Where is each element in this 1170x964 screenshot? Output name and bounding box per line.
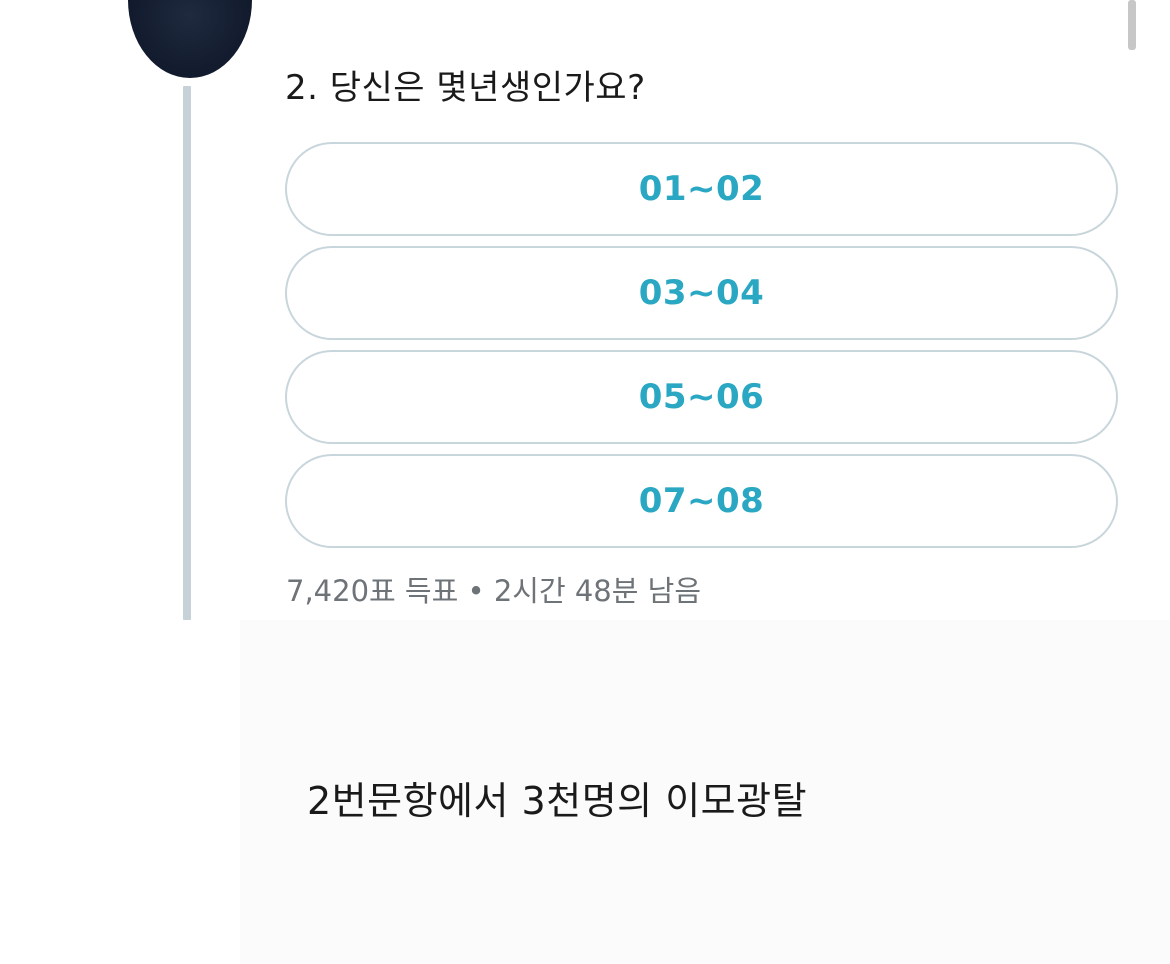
avatar[interactable] bbox=[128, 0, 252, 78]
poll-option-4[interactable]: 07~08 bbox=[285, 454, 1118, 548]
caption-text: 2번문항에서 3천명의 이모광탈 bbox=[307, 779, 808, 823]
poll-option-label: 07~08 bbox=[638, 481, 765, 521]
screenshot-page: 2. 당신은 몇년생인가요? 01~02 03~04 05~06 07~08 7… bbox=[0, 0, 1170, 964]
poll-option-2[interactable]: 03~04 bbox=[285, 246, 1118, 340]
thread-line bbox=[183, 86, 191, 620]
scrollbar[interactable] bbox=[1128, 0, 1136, 50]
poll-option-3[interactable]: 05~06 bbox=[285, 350, 1118, 444]
poll-option-label: 05~06 bbox=[638, 377, 765, 417]
poll-option-1[interactable]: 01~02 bbox=[285, 142, 1118, 236]
poll-option-label: 01~02 bbox=[638, 169, 765, 209]
poll-options: 01~02 03~04 05~06 07~08 bbox=[285, 142, 1118, 558]
poll-question: 2. 당신은 몇년생인가요? bbox=[285, 68, 646, 108]
poll-option-label: 03~04 bbox=[638, 273, 765, 313]
poll-meta: 7,420표 득표 • 2시간 48분 남음 bbox=[286, 574, 702, 608]
